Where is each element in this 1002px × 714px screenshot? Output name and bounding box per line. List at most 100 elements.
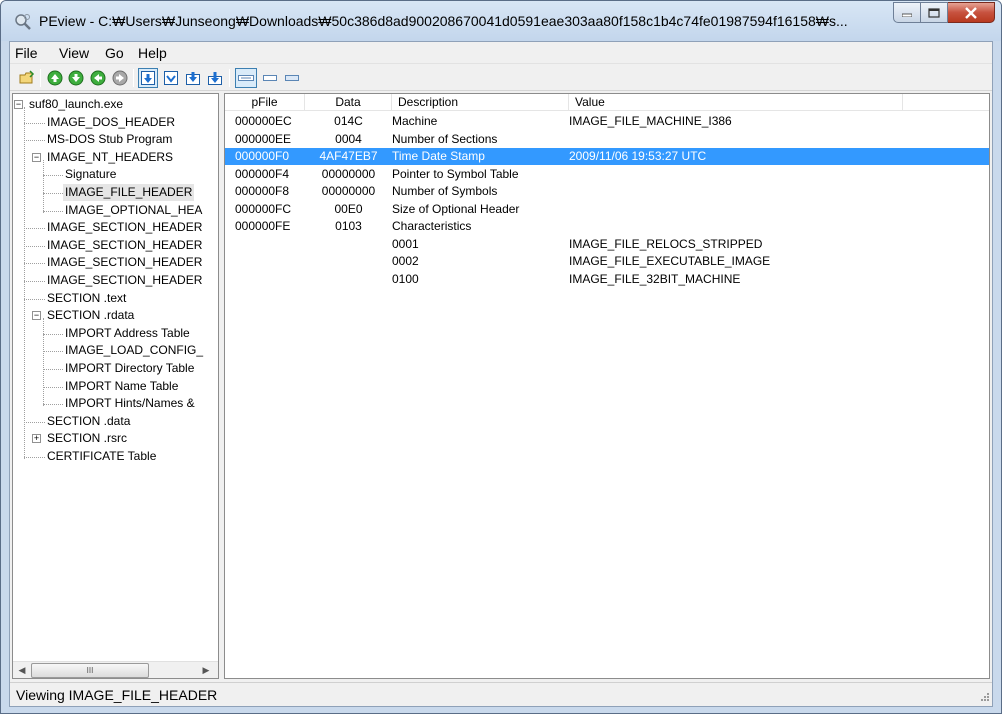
tree-connector <box>24 263 45 265</box>
menu-bar: File View Go Help <box>10 42 992 64</box>
column-header-value[interactable]: Value <box>569 94 903 111</box>
tree-connector <box>43 318 44 406</box>
status-bar: Viewing IMAGE_FILE_HEADER <box>10 682 992 706</box>
table-row[interactable]: 000000F8 00000000 Number of Symbols <box>225 183 989 200</box>
tree-connector <box>24 245 45 247</box>
tree-item[interactable]: IMAGE_FILE_HEADER <box>63 184 195 201</box>
tree-connector <box>43 193 63 194</box>
tree-item[interactable]: IMPORT Address Table <box>65 325 190 342</box>
menu-go[interactable]: Go <box>105 45 124 61</box>
cell-description: Size of Optional Header <box>392 201 520 216</box>
tree-item[interactable]: IMAGE_SECTION_HEADER <box>47 272 202 289</box>
column-header-description[interactable]: Description <box>392 94 569 111</box>
tree-connector <box>43 160 44 213</box>
table-row[interactable]: 0001 IMAGE_FILE_RELOCS_STRIPPED <box>225 236 989 253</box>
blue-check-down-icon <box>164 71 178 85</box>
view-details-button[interactable] <box>235 68 257 88</box>
tree-item[interactable]: SECTION .text <box>47 290 126 307</box>
window-title: PEview - C:₩Users₩Junseong₩Downloads₩50c… <box>39 13 848 29</box>
tree-item[interactable]: IMAGE_NT_HEADERS <box>47 149 173 166</box>
tree-connector <box>43 175 63 177</box>
tree-item[interactable]: IMAGE_OPTIONAL_HEA <box>65 202 202 219</box>
table-row[interactable]: 000000FE 0103 Characteristics <box>225 218 989 235</box>
cell-pfile: 000000FE <box>235 219 291 233</box>
resize-grip-icon[interactable] <box>978 692 990 704</box>
column-header-pfile[interactable]: pFile <box>225 94 305 111</box>
toolbar <box>10 65 992 91</box>
table-row[interactable]: 000000F4 00000000 Pointer to Symbol Table <box>225 166 989 183</box>
collapse-icon[interactable]: − <box>32 152 41 162</box>
view-word-button[interactable] <box>162 69 180 87</box>
tree-item[interactable]: MS-DOS Stub Program <box>47 131 172 148</box>
table-row[interactable]: 0002 IMAGE_FILE_EXECUTABLE_IMAGE <box>225 253 989 270</box>
collapse-icon[interactable]: − <box>32 311 41 321</box>
view-compact-button[interactable] <box>283 69 301 87</box>
tree-connector <box>43 333 63 335</box>
tree-item[interactable]: IMAGE_DOS_HEADER <box>47 114 175 131</box>
tree-connector <box>43 351 63 353</box>
maximize-button[interactable] <box>921 2 948 23</box>
tree-connector <box>43 386 63 388</box>
green-down-arrow-icon <box>68 70 84 86</box>
field-list[interactable]: pFile Data Description Value 000000EC 014… <box>224 93 990 679</box>
menu-view[interactable]: View <box>59 45 89 61</box>
table-row[interactable]: 000000EC 014C Machine IMAGE_FILE_MACHINE_I3… <box>225 113 989 130</box>
cell-pfile: 000000EE <box>235 131 292 146</box>
cell-pfile: 000000EC <box>235 114 292 128</box>
cell-description: 0001 <box>392 236 419 251</box>
cell-description: Characteristics <box>392 219 472 233</box>
go-up-button[interactable] <box>46 69 64 87</box>
collapse-icon[interactable]: − <box>14 100 23 109</box>
tree-horizontal-scrollbar[interactable]: ◀ III ▶ <box>13 661 218 678</box>
view-qword-button[interactable] <box>206 69 224 87</box>
tree-item[interactable]: suf80_launch.exe <box>29 96 123 113</box>
close-icon <box>965 6 977 19</box>
column-header-data[interactable]: Data <box>305 94 392 111</box>
tree-item[interactable]: SECTION .rdata <box>47 307 134 324</box>
cell-description: Time Date Stamp <box>392 149 485 163</box>
tree-item[interactable]: IMPORT Directory Table <box>65 360 194 377</box>
expand-icon[interactable]: + <box>32 434 41 444</box>
tree-item[interactable]: CERTIFICATE Table <box>47 448 156 465</box>
view-byte-button[interactable] <box>138 68 158 88</box>
structure-tree[interactable]: − suf80_launch.exe IMAGE_DOS_HEADER MS-DOS … <box>12 93 219 679</box>
caption-buttons <box>893 2 995 23</box>
minimize-button[interactable] <box>893 2 921 23</box>
go-back-button[interactable] <box>89 69 107 87</box>
view-dword-button[interactable] <box>184 69 202 87</box>
blue-down-arrow-icon <box>141 71 155 85</box>
scroll-left-arrow-icon[interactable]: ◀ <box>15 664 29 677</box>
cell-data: 0103 <box>335 219 362 233</box>
tree-item[interactable]: SECTION .rsrc <box>47 430 127 447</box>
tree-item[interactable]: IMAGE_SECTION_HEADER <box>47 254 202 271</box>
go-forward-button[interactable] <box>111 69 129 87</box>
tree-item[interactable]: Signature <box>65 166 116 183</box>
cell-pfile: 000000F0 <box>235 149 290 163</box>
open-file-button[interactable] <box>18 69 36 87</box>
tree-item[interactable]: IMAGE_LOAD_CONFIG_ <box>65 342 203 359</box>
menu-file[interactable]: File <box>15 45 38 61</box>
tree-item[interactable]: IMAGE_SECTION_HEADER <box>47 237 202 254</box>
cell-data: 014C <box>334 114 363 128</box>
status-text: Viewing IMAGE_FILE_HEADER <box>16 687 218 703</box>
menu-help[interactable]: Help <box>138 45 167 61</box>
table-row[interactable]: 000000F0 4AF47EB7 Time Date Stamp 2009/11/0… <box>225 148 989 165</box>
cell-value: IMAGE_FILE_EXECUTABLE_IMAGE <box>569 254 771 268</box>
go-down-button[interactable] <box>67 69 85 87</box>
tree-item[interactable]: IMPORT Hints/Names & <box>65 395 195 412</box>
tree-item[interactable]: IMPORT Name Table <box>65 378 178 395</box>
scroll-right-arrow-icon[interactable]: ▶ <box>199 664 213 677</box>
client-area: File View Go Help − suf80_launch.exe IMA… <box>9 41 993 707</box>
tree-item[interactable]: SECTION .data <box>47 413 130 430</box>
close-button[interactable] <box>948 2 995 23</box>
cell-pfile: 000000F8 <box>235 184 290 198</box>
table-row[interactable]: 000000EE 0004 Number of Sections <box>225 131 989 148</box>
title-bar[interactable]: PEview - C:₩Users₩Junseong₩Downloads₩50c… <box>1 1 1001 41</box>
tree-item[interactable]: IMAGE_SECTION_HEADER <box>47 219 202 236</box>
table-row[interactable]: 000000FC 00E0 Size of Optional Header <box>225 201 989 218</box>
cell-description: Machine <box>392 114 438 128</box>
scroll-thumb[interactable]: III <box>31 663 149 678</box>
table-row[interactable]: 0100 IMAGE_FILE_32BIT_MACHINE <box>225 271 989 288</box>
cell-value: IMAGE_FILE_RELOCS_STRIPPED <box>569 236 763 251</box>
view-list-button[interactable] <box>261 69 279 87</box>
